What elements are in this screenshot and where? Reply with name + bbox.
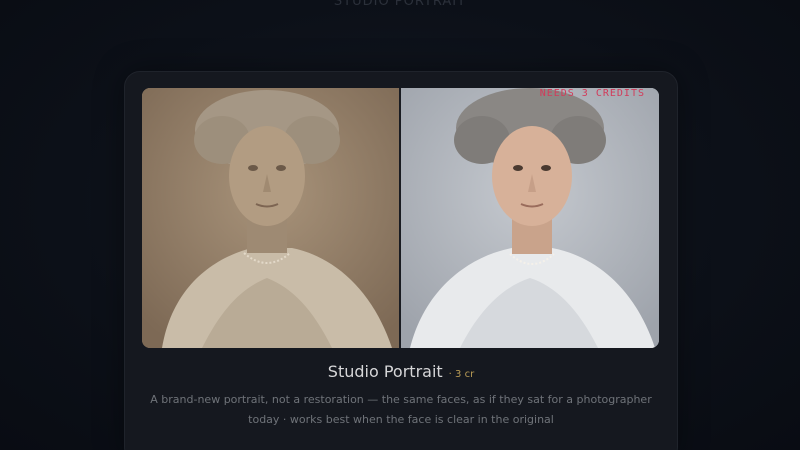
credit-cost: · 3 cr (448, 369, 475, 380)
before-image (142, 88, 400, 348)
page-title: STUDIO PORTRAIT (333, 0, 467, 9)
colorized-portrait-image (400, 88, 659, 348)
card-description: A brand-new portrait, not a restoration … (150, 393, 652, 426)
sepia-portrait-image (142, 88, 400, 348)
before-after-comparison[interactable]: NEEDS 3 CREDITS (142, 88, 659, 348)
style-card[interactable]: NEEDS 3 CREDITS Studio Portrait · 3 cr A … (124, 71, 678, 450)
card-title-row: Studio Portrait · 3 cr (125, 362, 677, 381)
card-title: Studio Portrait (327, 362, 443, 381)
credits-badge: NEEDS 3 CREDITS (539, 88, 645, 99)
comparison-divider[interactable] (399, 88, 401, 348)
after-image: NEEDS 3 CREDITS (400, 88, 659, 348)
page: STUDIO PORTRAIT NEEDS 3 CREDITS Studio P… (0, 0, 800, 450)
